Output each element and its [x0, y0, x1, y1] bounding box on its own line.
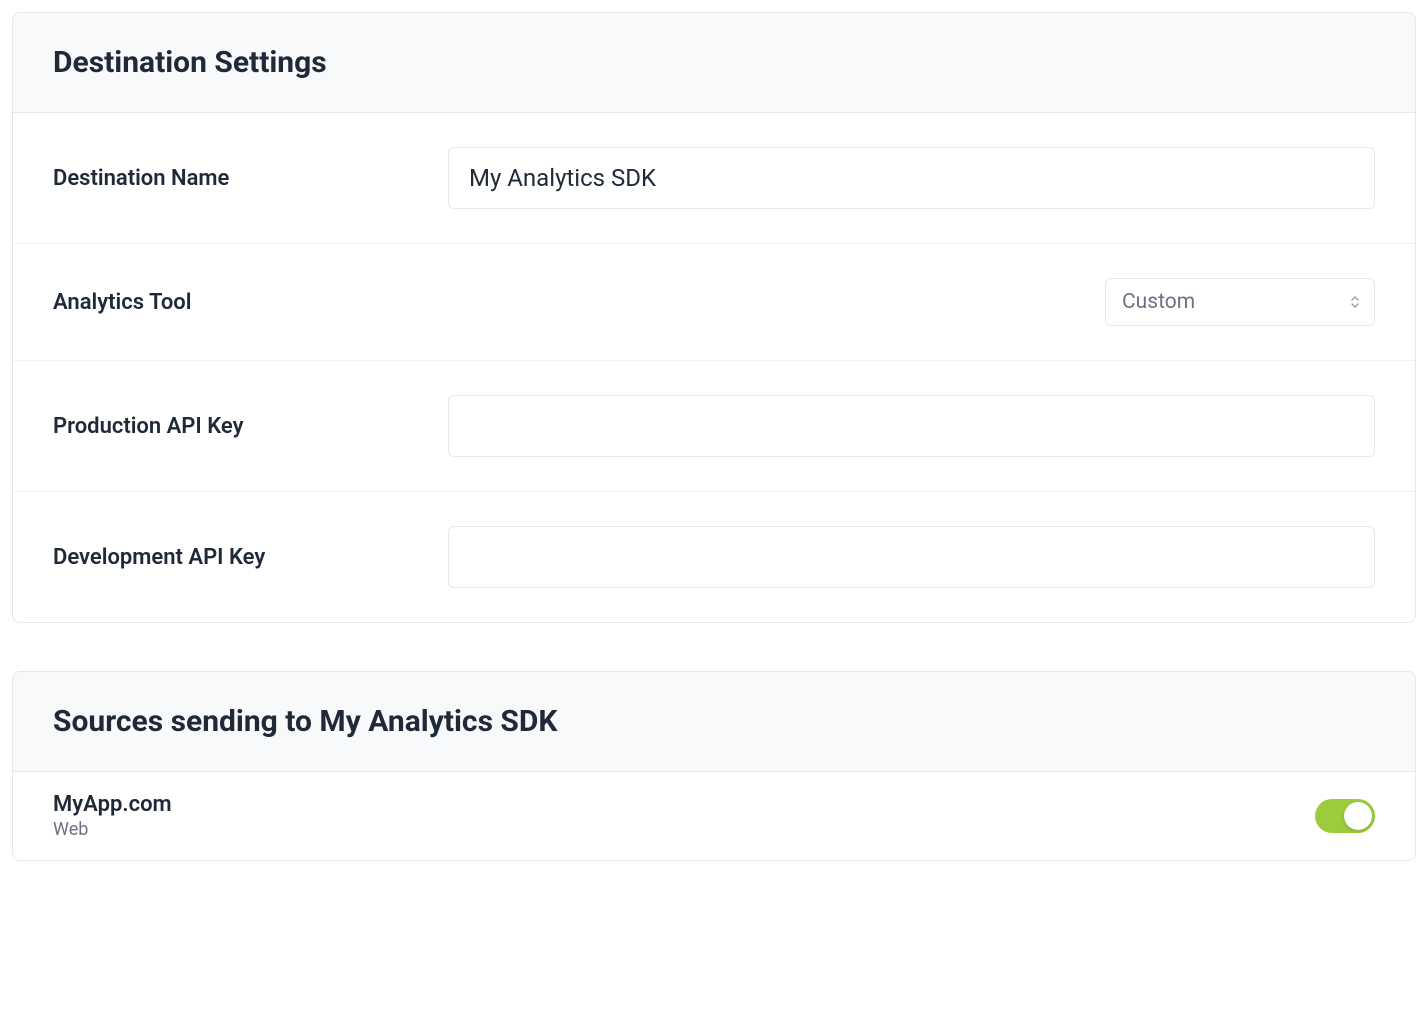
sources-panel-header: Sources sending to My Analytics SDK — [13, 672, 1415, 772]
source-enabled-toggle[interactable] — [1315, 799, 1375, 833]
sources-title: Sources sending to My Analytics SDK — [53, 704, 1375, 739]
sources-panel: Sources sending to My Analytics SDK MyAp… — [12, 671, 1416, 861]
toggle-knob — [1344, 802, 1372, 830]
destination-name-input[interactable] — [448, 147, 1375, 209]
production-api-key-label: Production API Key — [53, 414, 448, 439]
destination-name-label: Destination Name — [53, 166, 448, 191]
analytics-tool-select[interactable]: Custom — [1105, 278, 1375, 326]
destination-name-row: Destination Name — [13, 113, 1415, 244]
source-info: MyApp.com Web — [53, 792, 172, 840]
settings-panel-header: Destination Settings — [13, 13, 1415, 113]
source-name: MyApp.com — [53, 792, 172, 817]
development-api-key-input[interactable] — [448, 526, 1375, 588]
development-api-key-label: Development API Key — [53, 545, 448, 570]
source-type: Web — [53, 819, 172, 840]
analytics-tool-label: Analytics Tool — [53, 290, 448, 315]
settings-title: Destination Settings — [53, 45, 1375, 80]
development-api-key-row: Development API Key — [13, 492, 1415, 622]
production-api-key-row: Production API Key — [13, 361, 1415, 492]
destination-settings-panel: Destination Settings Destination Name An… — [12, 12, 1416, 623]
analytics-tool-row: Analytics Tool Custom — [13, 244, 1415, 361]
source-row: MyApp.com Web — [13, 772, 1415, 860]
production-api-key-input[interactable] — [448, 395, 1375, 457]
